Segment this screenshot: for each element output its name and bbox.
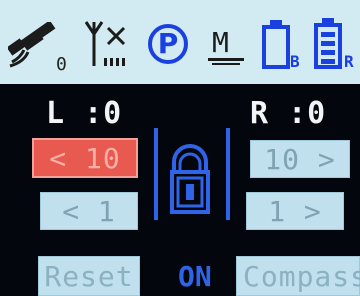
compass-button[interactable]: Compass (236, 256, 360, 296)
left-value-label: L :0 (46, 96, 123, 131)
right-value-label: R :0 (250, 96, 327, 131)
right-step-1-button[interactable]: 1 > (246, 192, 344, 230)
device-screen: 0 P M B R L:0 R:0 < 10 < 1 10 > 1 > Re… (0, 0, 360, 296)
on-status[interactable]: ON (178, 260, 212, 293)
parking-icon: P (148, 24, 188, 64)
right-step-10-button[interactable]: 10 > (250, 140, 350, 178)
battery-r-icon: R (314, 18, 360, 72)
left-step-10-button[interactable]: < 10 (32, 138, 138, 178)
left-divider (154, 128, 158, 220)
battery-b-letter: B (290, 52, 300, 71)
left-step-1-button[interactable]: < 1 (40, 192, 138, 230)
lock-icon (170, 144, 210, 214)
reset-button[interactable]: Reset (38, 256, 140, 296)
battery-b-icon: B (262, 20, 304, 72)
battery-r-letter: R (344, 52, 354, 71)
status-bar: 0 P M B R (0, 0, 360, 84)
parking-letter: P (157, 27, 179, 60)
ground-letter: M (212, 26, 229, 59)
satellite-count: 0 (56, 54, 67, 75)
right-divider (226, 128, 230, 220)
antenna-no-signal-icon (84, 21, 126, 66)
ground-icon: M (206, 26, 248, 68)
